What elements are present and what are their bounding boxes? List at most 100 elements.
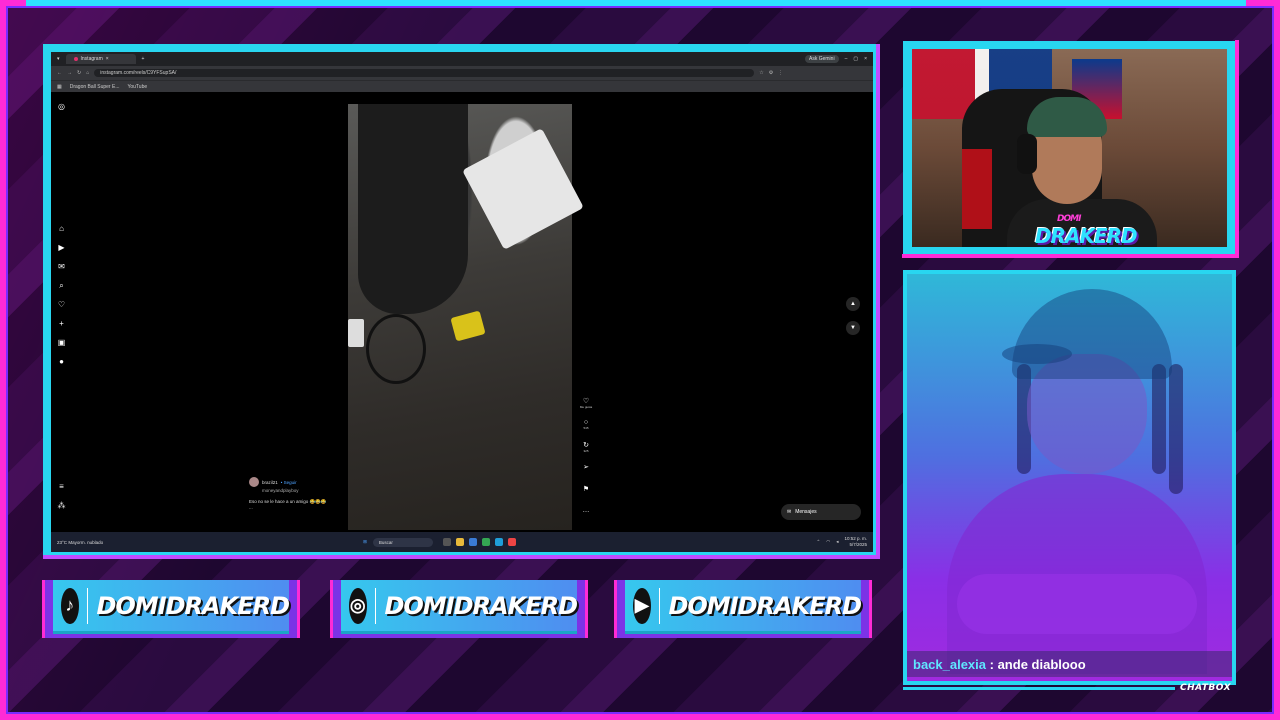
social-banner-youtube: ▶ DOMIDRAKERD	[614, 580, 872, 638]
minimize-icon[interactable]: –	[845, 56, 848, 62]
like-button[interactable]: ♡ Me gusta	[579, 397, 593, 419]
bookmark-item[interactable]: Dragon Ball Super E...	[70, 84, 120, 90]
art-cap	[1012, 289, 1172, 379]
clock[interactable]: 10:52 p. m. 5/7/2025	[844, 536, 867, 548]
taskbar-search[interactable]: Buscar	[372, 537, 433, 547]
instagram-reel-view: ◎ ⌂ ▶ ✉ ⌕ ♡ + ▣ ● ≡ ⁂ ♡ Me gusta ○ 545 ↻…	[51, 92, 873, 532]
messages-button[interactable]: ✉ Mensajes	[781, 504, 861, 520]
reel-video[interactable]	[348, 104, 584, 530]
video-scene-plug	[348, 319, 364, 347]
share-button[interactable]: ➢	[579, 463, 593, 485]
tab-title: Instagram	[80, 56, 103, 62]
dashboard-nav-icon[interactable]: ▣	[57, 338, 66, 347]
menu-icon[interactable]: ⋮	[778, 70, 783, 76]
social-handle: DOMIDRAKERD	[668, 591, 862, 620]
chrome-icon[interactable]	[481, 538, 490, 546]
audio-label[interactable]: moneyandplayboy	[262, 488, 344, 493]
clock-time: 10:52 p. m.	[844, 536, 867, 541]
chat-text: ande diablooo	[997, 657, 1086, 672]
streamer-logo-main: DRAKERD	[1035, 224, 1138, 247]
file-explorer-icon[interactable]	[455, 538, 464, 546]
webcam-frame: DOMI DRAKERD	[902, 40, 1239, 258]
author-username[interactable]: brazil21	[262, 480, 278, 485]
social-handle: DOMIDRAKERD	[384, 591, 578, 620]
reel-caption: brazil21 • Seguir moneyandplayboy Eso no…	[249, 477, 344, 510]
task-view-icon[interactable]	[442, 538, 451, 546]
reload-icon[interactable]: ↻	[77, 70, 81, 76]
edge-icon[interactable]	[494, 538, 503, 546]
video-scene-fuse	[450, 310, 486, 342]
social-handle: DOMIDRAKERD	[96, 591, 290, 620]
tab-instagram[interactable]: Instagram ×	[65, 54, 136, 64]
notifications-nav-icon[interactable]: ♡	[57, 300, 66, 309]
profile-nav-icon[interactable]: ●	[57, 357, 66, 366]
create-nav-icon[interactable]: +	[57, 319, 66, 328]
instagram-favicon-icon	[73, 57, 78, 61]
save-button[interactable]: ⚑	[579, 485, 593, 507]
bookmarks-bar: ▦ Dragon Ball Super E... YouTube	[51, 80, 873, 92]
screen-capture-frame: ▾ Instagram × + Ask Gemini – ▢ × ← → ↻ ⌂…	[43, 44, 880, 559]
instagram-sidebar: ◎ ⌂ ▶ ✉ ⌕ ♡ + ▣ ● ≡ ⁂	[57, 102, 69, 522]
art-cap-brim	[1002, 344, 1072, 364]
back-icon[interactable]: ←	[57, 70, 62, 76]
address-bar: ← → ↻ ⌂ instagram.com/reels/C9YFSupSA/ ☆…	[51, 66, 873, 80]
forward-icon[interactable]: →	[67, 70, 72, 76]
start-icon[interactable]: ⊞	[363, 539, 367, 545]
more-menu-icon[interactable]: ≡	[57, 482, 66, 491]
tiktok-icon: ♪	[61, 587, 79, 624]
like-label: Me gusta	[579, 405, 593, 409]
chatbox-frame: back_alexia : ande diablooo	[903, 270, 1236, 685]
gaming-chair-accent	[962, 149, 992, 229]
home-icon[interactable]: ⌂	[86, 70, 89, 76]
ask-gemini-button[interactable]: Ask Gemini	[805, 55, 839, 63]
weather-desc: Mayorm. nublado	[68, 539, 104, 545]
app-icon[interactable]	[507, 538, 516, 546]
chat-message: back_alexia : ande diablooo	[907, 651, 1232, 677]
wifi-icon[interactable]: ◠	[826, 539, 830, 545]
comment-count: 545	[583, 426, 589, 430]
weather-temp: 23°C	[57, 539, 68, 545]
tab-close-icon[interactable]: ×	[106, 56, 109, 62]
volume-icon[interactable]: ◂	[836, 539, 838, 545]
browser-tabbar: ▾ Instagram × + Ask Gemini – ▢ ×	[51, 52, 873, 66]
extensions-icon[interactable]: ⚙	[769, 70, 773, 76]
also-from-meta-icon[interactable]: ⁂	[57, 501, 66, 510]
more-options-button[interactable]: …	[579, 507, 593, 529]
maximize-icon[interactable]: ▢	[853, 56, 858, 62]
social-separator	[86, 587, 89, 624]
caption-more[interactable]: ...	[249, 505, 344, 510]
headset-icon	[1017, 134, 1037, 174]
home-nav-icon[interactable]: ⌂	[57, 224, 66, 233]
bookmark-item[interactable]: YouTube	[127, 84, 147, 90]
new-tab-icon[interactable]: +	[142, 56, 145, 62]
close-window-icon[interactable]: ×	[864, 56, 867, 62]
chatbox-label: CHATBOX	[1180, 683, 1232, 693]
weather-widget[interactable]: 23°C Mayorm. nublado	[57, 540, 103, 545]
tray-chevron-icon[interactable]: ⌃	[817, 539, 821, 545]
apps-icon[interactable]: ▦	[57, 84, 62, 90]
clock-date: 5/7/2025	[849, 542, 867, 547]
video-scene-paper	[462, 128, 584, 250]
url-input[interactable]: instagram.com/reels/C9YFSupSA/	[94, 69, 755, 77]
previous-reel-button[interactable]: ▲	[846, 297, 860, 311]
follow-button[interactable]: • Seguir	[281, 480, 297, 485]
youtube-icon: ▶	[633, 587, 651, 624]
tab-list-icon[interactable]: ▾	[57, 56, 60, 62]
instagram-logo-icon[interactable]: ◎	[57, 102, 66, 111]
next-reel-button[interactable]: ▼	[846, 321, 860, 335]
messages-nav-icon[interactable]: ✉	[57, 262, 66, 271]
social-separator	[374, 587, 377, 624]
author-avatar[interactable]	[249, 477, 259, 487]
streamer-logo: DOMI DRAKERD	[1035, 214, 1138, 247]
system-tray: ⌃ ◠ ◂ 10:52 p. m. 5/7/2025	[817, 536, 868, 548]
chat-separator: :	[986, 657, 998, 672]
search-nav-icon[interactable]: ⌕	[57, 281, 66, 290]
reels-nav-icon[interactable]: ▶	[57, 243, 66, 252]
repost-button[interactable]: ↻ 325	[579, 441, 593, 463]
reel-navigation: ▲ ▼	[846, 297, 860, 345]
chat-username: back_alexia	[913, 657, 987, 672]
store-icon[interactable]	[468, 538, 477, 546]
bookmark-star-icon[interactable]: ☆	[759, 70, 763, 76]
comment-button[interactable]: ○ 545	[579, 419, 593, 441]
chatbox-rule	[903, 687, 1175, 690]
